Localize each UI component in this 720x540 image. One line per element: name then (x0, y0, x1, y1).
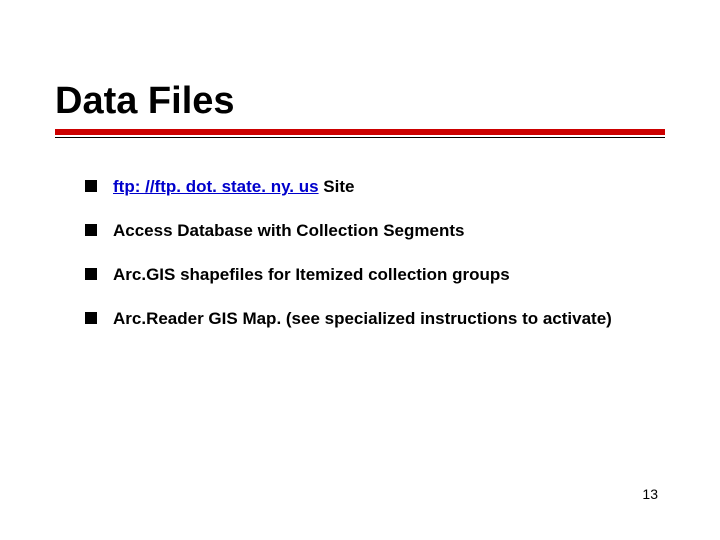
list-item: Arc.GIS shapefiles for Itemized collecti… (85, 264, 665, 286)
page-title: Data Files (55, 80, 665, 123)
list-item: Access Database with Collection Segments (85, 220, 665, 242)
title-rule-thick (55, 129, 665, 135)
list-item-text: Access Database with Collection Segments (113, 221, 464, 240)
page-number: 13 (642, 486, 658, 502)
title-rule-thin (55, 137, 665, 138)
ftp-link[interactable]: ftp: //ftp. dot. state. ny. us (113, 177, 319, 196)
list-item-suffix: Site (319, 177, 355, 196)
bullet-list: ftp: //ftp. dot. state. ny. us Site Acce… (55, 176, 665, 330)
list-item: ftp: //ftp. dot. state. ny. us Site (85, 176, 665, 198)
slide: Data Files ftp: //ftp. dot. state. ny. u… (0, 0, 720, 540)
list-item-text: Arc.Reader GIS Map. (see specialized ins… (113, 309, 612, 328)
list-item-text: Arc.GIS shapefiles for Itemized collecti… (113, 265, 510, 284)
list-item: Arc.Reader GIS Map. (see specialized ins… (85, 308, 665, 330)
